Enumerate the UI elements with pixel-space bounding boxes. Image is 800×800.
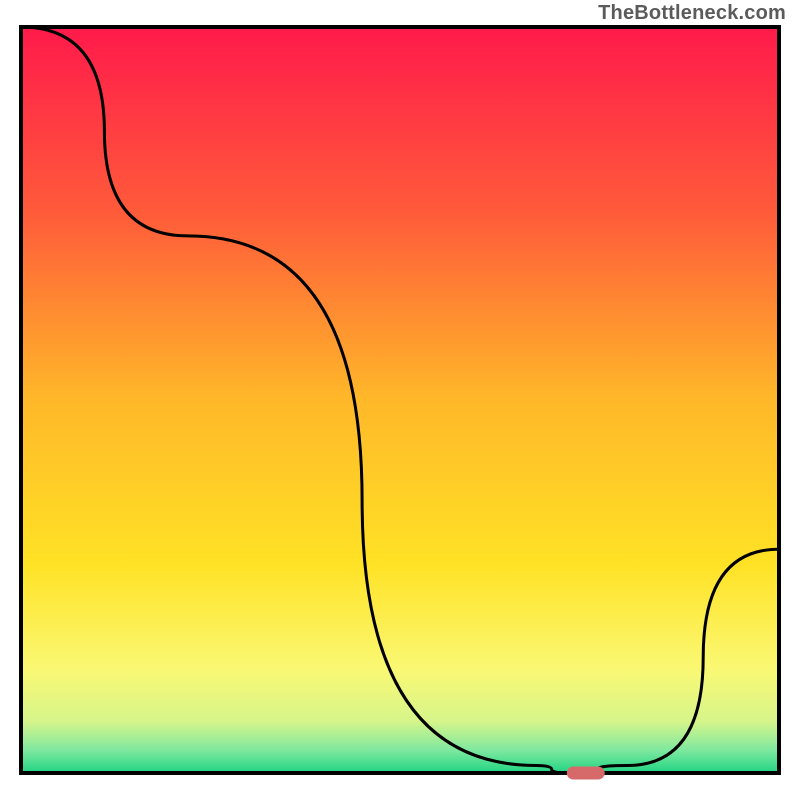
plot-background: [21, 27, 779, 773]
optimal-marker: [567, 767, 605, 780]
chart-container: TheBottleneck.com: [0, 0, 800, 800]
watermark-label: TheBottleneck.com: [598, 2, 786, 25]
bottleneck-chart: [0, 0, 800, 800]
